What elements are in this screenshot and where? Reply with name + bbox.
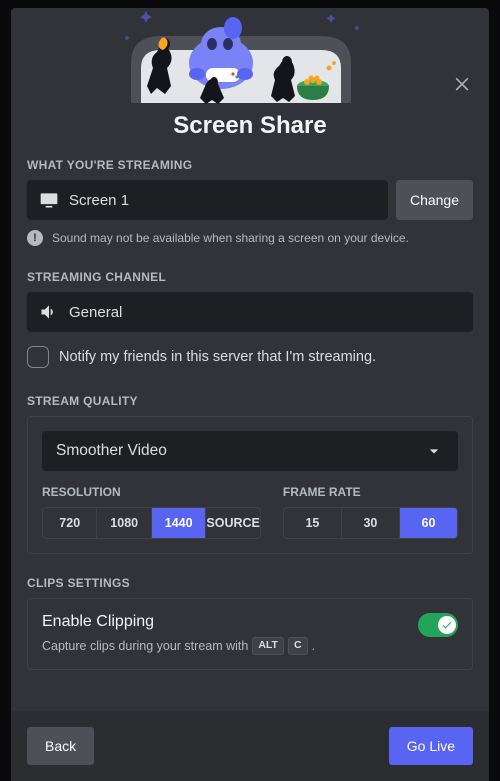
notify-label: Notify my friends in this server that I'… bbox=[59, 349, 376, 365]
channel-select[interactable]: General bbox=[27, 292, 473, 332]
hero-illustration bbox=[11, 8, 489, 104]
sound-warning-row: ! Sound may not be available when sharin… bbox=[27, 230, 473, 246]
close-icon bbox=[452, 73, 472, 93]
clips-card: Enable Clipping Capture clips during you… bbox=[27, 598, 473, 670]
check-icon bbox=[441, 619, 453, 631]
resolution-option-1080[interactable]: 1080 bbox=[97, 508, 151, 538]
clips-toggle[interactable] bbox=[418, 613, 458, 637]
sound-warning-text: Sound may not be available when sharing … bbox=[52, 231, 409, 245]
kbd-c: C bbox=[288, 637, 308, 655]
go-live-button[interactable]: Go Live bbox=[389, 727, 473, 765]
resolution-option-1440[interactable]: 1440 bbox=[152, 508, 206, 538]
framerate-option-60[interactable]: 60 bbox=[400, 508, 457, 538]
kbd-alt: ALT bbox=[252, 637, 284, 655]
quality-preset-select[interactable]: Smoother Video bbox=[42, 431, 458, 471]
quality-preset-value: Smoother Video bbox=[56, 442, 167, 460]
notify-checkbox[interactable] bbox=[27, 346, 49, 368]
stream-source-name: Screen 1 bbox=[69, 192, 129, 209]
quality-section-label: STREAM QUALITY bbox=[27, 394, 473, 408]
chevron-down-icon bbox=[424, 441, 444, 461]
toggle-knob bbox=[438, 616, 456, 634]
monitor-icon bbox=[39, 190, 59, 210]
stream-source-box: Screen 1 bbox=[27, 180, 388, 220]
channel-name: General bbox=[69, 304, 122, 321]
change-button[interactable]: Change bbox=[396, 180, 473, 220]
streaming-section-label: WHAT YOU'RE STREAMING bbox=[27, 158, 473, 172]
back-button[interactable]: Back bbox=[27, 727, 94, 765]
framerate-segmented: 153060 bbox=[283, 507, 458, 539]
framerate-label: FRAME RATE bbox=[283, 485, 458, 499]
resolution-option-source[interactable]: SOURCE bbox=[206, 508, 259, 538]
resolution-label: RESOLUTION bbox=[42, 485, 261, 499]
clips-title: Enable Clipping bbox=[42, 613, 458, 631]
close-button[interactable] bbox=[449, 70, 475, 96]
modal-footer: Back Go Live bbox=[11, 711, 489, 781]
framerate-option-15[interactable]: 15 bbox=[284, 508, 342, 538]
framerate-option-30[interactable]: 30 bbox=[342, 508, 400, 538]
modal-title: Screen Share bbox=[27, 112, 473, 140]
screen-share-modal: Screen Share WHAT YOU'RE STREAMING Scree… bbox=[11, 8, 489, 781]
resolution-segmented: 72010801440SOURCE bbox=[42, 507, 261, 539]
channel-section-label: STREAMING CHANNEL bbox=[27, 270, 473, 284]
clips-description: Capture clips during your stream with AL… bbox=[42, 637, 458, 655]
clips-section-label: CLIPS SETTINGS bbox=[27, 576, 473, 590]
info-icon: ! bbox=[27, 230, 43, 246]
resolution-option-720[interactable]: 720 bbox=[43, 508, 97, 538]
speaker-icon bbox=[39, 302, 59, 322]
quality-card: Smoother Video RESOLUTION 72010801440SOU… bbox=[27, 416, 473, 554]
